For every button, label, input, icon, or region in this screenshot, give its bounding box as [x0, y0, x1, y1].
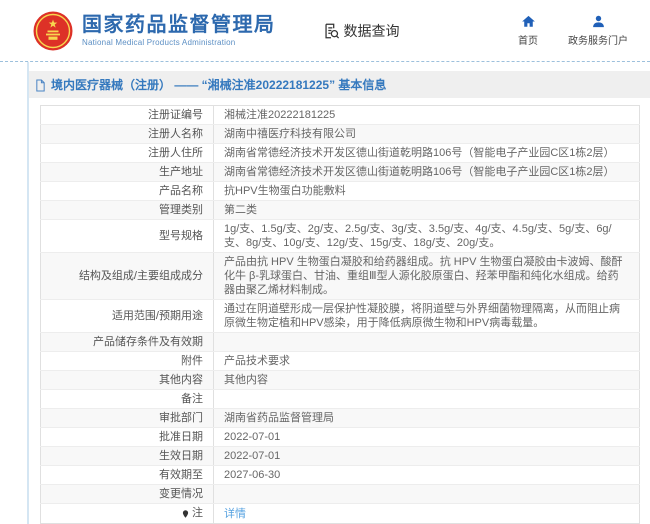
nav-data-query[interactable]: 数据查询	[322, 21, 400, 41]
row-label: 管理类别	[41, 201, 214, 220]
row-value: 湖南中禧医疗科技有限公司	[214, 125, 640, 144]
row-value: 湖南省常德经济技术开发区德山街道乾明路106号（智能电子产业园C区1栋2层）	[214, 144, 640, 163]
nav-portal[interactable]: 政务服务门户	[568, 14, 628, 47]
table-row: 注册人名称湖南中禧医疗科技有限公司	[41, 125, 640, 144]
row-label: 型号规格	[41, 220, 214, 253]
content-area: 境内医疗器械（注册） —— “湘械注准20222181225” 基本信息 注册证…	[27, 62, 650, 524]
table-row: 注册人住所湖南省常德经济技术开发区德山街道乾明路106号（智能电子产业园C区1栋…	[41, 144, 640, 163]
row-label: 生产地址	[41, 163, 214, 182]
row-label: 附件	[41, 352, 214, 371]
document-search-icon	[322, 21, 340, 39]
row-label: 适用范围/预期用途	[41, 300, 214, 333]
page-title: 境内医疗器械（注册） —— “湘械注准20222181225” 基本信息	[51, 76, 386, 93]
table-row: 产品储存条件及有效期	[41, 333, 640, 352]
row-label: 其他内容	[41, 371, 214, 390]
table-row: 生产地址湖南省常德经济技术开发区德山街道乾明路106号（智能电子产业园C区1栋2…	[41, 163, 640, 182]
row-value: 第二类	[214, 201, 640, 220]
row-value: 其他内容	[214, 371, 640, 390]
table-row: 备注	[41, 390, 640, 409]
row-value: 湖南省常德经济技术开发区德山街道乾明路106号（智能电子产业园C区1栋2层）	[214, 163, 640, 182]
row-value: 抗HPV生物蛋白功能敷料	[214, 182, 640, 201]
row-label: 批准日期	[41, 428, 214, 447]
row-value: 湘械注准20222181225	[214, 106, 640, 125]
info-table-wrap: 注册证编号湘械注准20222181225注册人名称湖南中禧医疗科技有限公司注册人…	[29, 98, 650, 524]
page-title-bar: 境内医疗器械（注册） —— “湘械注准20222181225” 基本信息	[29, 71, 650, 98]
brand-title-en: National Medical Products Administration	[82, 39, 276, 48]
nav-portal-label: 政务服务门户	[568, 32, 628, 47]
table-row: 注册证编号湘械注准20222181225	[41, 106, 640, 125]
table-row: 批准日期2022-07-01	[41, 428, 640, 447]
table-row: 管理类别第二类	[41, 201, 640, 220]
table-row: 注详情	[41, 504, 640, 524]
row-value	[214, 485, 640, 504]
row-label: 注册人住所	[41, 144, 214, 163]
row-value: 2022-07-01	[214, 447, 640, 466]
national-emblem-icon	[33, 11, 73, 51]
nav-data-query-label: 数据查询	[344, 21, 400, 41]
row-value: 产品由抗 HPV 生物蛋白凝胶和给药器组成。抗 HPV 生物蛋白凝胶由卡波姆、酸…	[214, 253, 640, 300]
row-label: 审批部门	[41, 409, 214, 428]
table-row: 有效期至2027-06-30	[41, 466, 640, 485]
row-label: 注册证编号	[41, 106, 214, 125]
info-table-body: 注册证编号湘械注准20222181225注册人名称湖南中禧医疗科技有限公司注册人…	[41, 106, 640, 524]
brand-logo[interactable]: 国家药品监督管理局 National Medical Products Admi…	[33, 11, 276, 51]
user-icon	[591, 14, 606, 29]
row-value: 湖南省药品监督管理局	[214, 409, 640, 428]
brand-title-cn: 国家药品监督管理局	[82, 14, 276, 36]
home-icon	[521, 14, 536, 29]
row-label: 注	[41, 504, 214, 524]
table-row: 附件产品技术要求	[41, 352, 640, 371]
table-row: 型号规格1g/支、1.5g/支、2g/支、2.5g/支、3g/支、3.5g/支、…	[41, 220, 640, 253]
table-row: 适用范围/预期用途通过在阴道壁形成一层保护性凝胶膜，将阴道壁与外界细菌物理隔离，…	[41, 300, 640, 333]
row-value: 产品技术要求	[214, 352, 640, 371]
site-header: 国家药品监督管理局 National Medical Products Admi…	[0, 0, 650, 62]
row-value: 2022-07-01	[214, 428, 640, 447]
row-value	[214, 333, 640, 352]
row-label: 变更情况	[41, 485, 214, 504]
row-label: 生效日期	[41, 447, 214, 466]
details-link[interactable]: 详情	[224, 508, 246, 520]
info-table: 注册证编号湘械注准20222181225注册人名称湖南中禧医疗科技有限公司注册人…	[40, 105, 640, 524]
table-row: 变更情况	[41, 485, 640, 504]
row-label: 结构及组成/主要组成成分	[41, 253, 214, 300]
document-icon	[35, 77, 46, 91]
row-label: 注册人名称	[41, 125, 214, 144]
row-value	[214, 390, 640, 409]
nav-home[interactable]: 首页	[518, 14, 538, 47]
pin-icon	[181, 507, 190, 521]
table-row: 生效日期2022-07-01	[41, 447, 640, 466]
row-value: 1g/支、1.5g/支、2g/支、2.5g/支、3g/支、3.5g/支、4g/支…	[214, 220, 640, 253]
table-row: 审批部门湖南省药品监督管理局	[41, 409, 640, 428]
table-row: 结构及组成/主要组成成分产品由抗 HPV 生物蛋白凝胶和给药器组成。抗 HPV …	[41, 253, 640, 300]
row-value: 通过在阴道壁形成一层保护性凝胶膜，将阴道壁与外界细菌物理隔离，从而阻止病原微生物…	[214, 300, 640, 333]
row-label: 备注	[41, 390, 214, 409]
row-label: 产品储存条件及有效期	[41, 333, 214, 352]
row-value: 详情	[214, 504, 640, 524]
brand-titles: 国家药品监督管理局 National Medical Products Admi…	[82, 14, 276, 48]
table-row: 产品名称抗HPV生物蛋白功能敷料	[41, 182, 640, 201]
row-value: 2027-06-30	[214, 466, 640, 485]
nav-home-label: 首页	[518, 32, 538, 47]
row-label: 产品名称	[41, 182, 214, 201]
table-row: 其他内容其他内容	[41, 371, 640, 390]
top-nav: 首页 政务服务门户	[518, 14, 628, 47]
row-label: 有效期至	[41, 466, 214, 485]
